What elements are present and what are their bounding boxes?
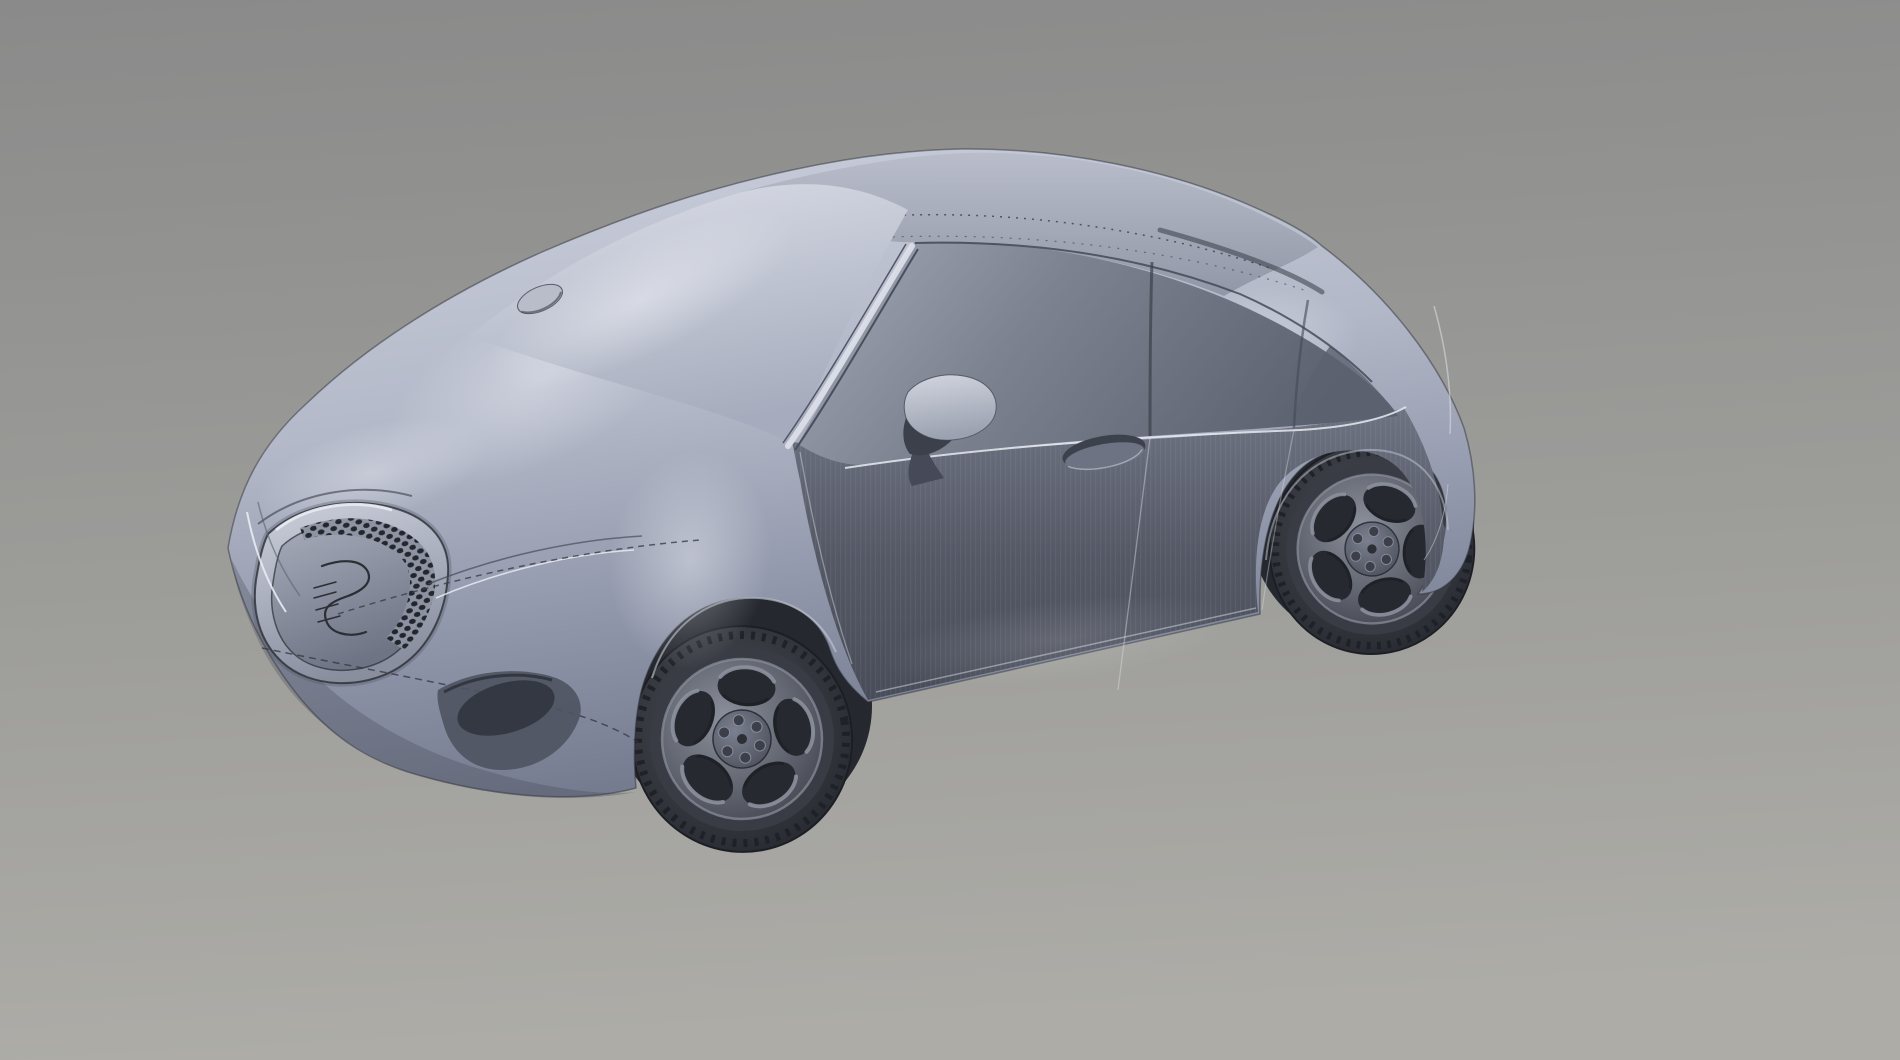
front-grille <box>255 490 448 683</box>
render-canvas: Silver-gray concept hatchback — 3D studi… <box>0 0 1900 1060</box>
render-viewport: Silver-gray concept hatchback — 3D studi… <box>0 0 1900 1060</box>
mirror-body <box>904 375 996 440</box>
